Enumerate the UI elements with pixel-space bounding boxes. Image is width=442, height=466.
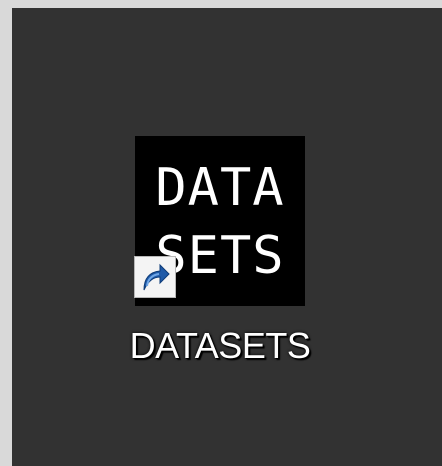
screen: DATA SETS DATASETS — [0, 0, 442, 466]
shortcut-arrow-icon — [134, 256, 176, 298]
desktop-area[interactable]: DATA SETS DATASETS — [12, 8, 442, 466]
datasets-shortcut[interactable]: DATA SETS DATASETS — [120, 136, 320, 386]
shortcut-label[interactable]: DATASETS — [120, 326, 320, 366]
icon-text-line-1: DATA — [155, 158, 285, 218]
